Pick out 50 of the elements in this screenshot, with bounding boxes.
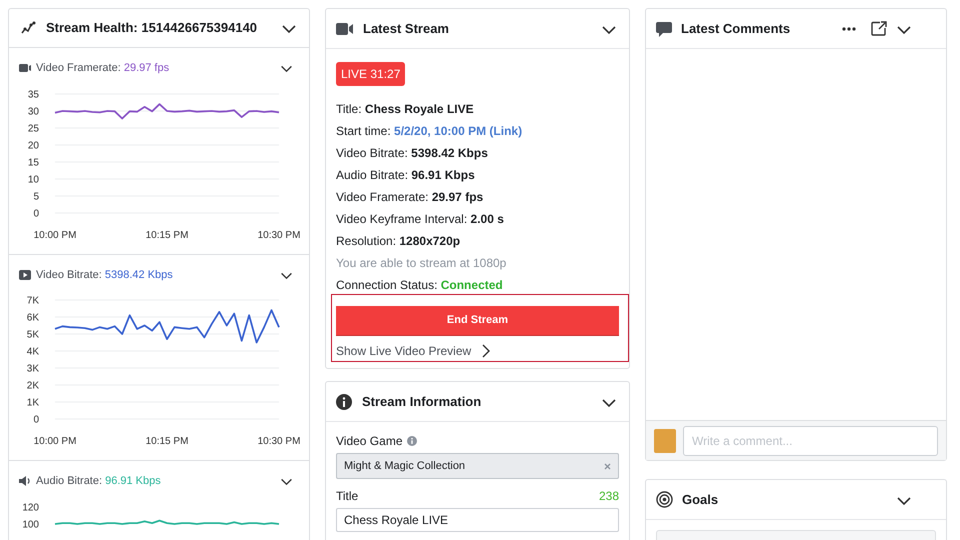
y-tick-label: 25 bbox=[28, 123, 39, 134]
detail-line: Start time: 5/2/20, 10:00 PM (Link) bbox=[336, 123, 524, 140]
x-tick-label: 10:30 PM bbox=[258, 230, 300, 240]
y-tick-label: 20 bbox=[28, 140, 39, 151]
comment-field[interactable]: Write a comment... bbox=[683, 426, 938, 456]
panel-title: Stream Health: 1514426675394140 bbox=[46, 19, 258, 38]
y-tick-label: 100 bbox=[22, 519, 39, 530]
x-tick-label: 10:30 PM bbox=[258, 436, 300, 447]
y-tick-label: 30 bbox=[28, 106, 39, 117]
x-tick-label: 10:00 PM bbox=[34, 436, 76, 447]
detail-line: Resolution: 1280x720p bbox=[336, 233, 462, 250]
detail-line: Connection Status: Connected bbox=[336, 277, 504, 294]
detail-line: Video Bitrate: 5398.42 Kbps bbox=[336, 145, 489, 162]
end-stream-button[interactable]: End Stream bbox=[336, 306, 619, 336]
game-select-field[interactable]: Might & Magic Collection bbox=[336, 453, 619, 479]
y-tick-label: 2K bbox=[26, 380, 39, 392]
detail-line: Video Keyframe Interval: 2.00 s bbox=[336, 211, 505, 228]
y-tick-label: 120 bbox=[22, 502, 39, 513]
field-label: Title bbox=[336, 488, 358, 505]
panel-title: Stream Information bbox=[362, 392, 482, 411]
y-tick-label: 7K bbox=[26, 296, 39, 306]
y-tick-label: 15 bbox=[28, 157, 39, 168]
y-tick-label: 4K bbox=[26, 346, 39, 358]
x-tick-label: 10:15 PM bbox=[146, 230, 188, 240]
y-tick-label: 5K bbox=[26, 330, 39, 340]
x-tick-label: 10:00 PM bbox=[34, 230, 76, 240]
y-tick-label: 0 bbox=[33, 414, 39, 426]
x-tick-label: 10:15 PM bbox=[146, 436, 188, 447]
detail-line: You are able to stream at 1080p bbox=[336, 255, 508, 272]
panel-title: Latest Stream bbox=[363, 20, 450, 38]
metric-label: Audio Bitrate: 96.91 Kbps bbox=[36, 474, 162, 489]
preview-link[interactable]: Show Live Video Preview bbox=[336, 344, 619, 358]
detail-line: Video Framerate: 29.97 fps bbox=[336, 189, 484, 206]
field-label: Video Game bbox=[336, 433, 402, 450]
live-badge: LIVE 31:27 bbox=[336, 62, 406, 86]
y-tick-label: 35 bbox=[28, 89, 39, 100]
y-tick-label: 1K bbox=[26, 398, 39, 408]
title-input[interactable]: Chess Royale LIVE bbox=[336, 508, 619, 532]
character-counter: 238 bbox=[598, 488, 619, 505]
panel-title: Latest Comments bbox=[681, 20, 792, 38]
detail-line: Title: Chess Royale LIVE bbox=[336, 101, 475, 118]
y-tick-label: 6K bbox=[26, 312, 39, 324]
y-tick-label: 0 bbox=[33, 208, 39, 219]
metric-label: Video Bitrate: 5398.42 Kbps bbox=[36, 268, 174, 282]
y-tick-label: 5 bbox=[33, 191, 39, 202]
metric-label: Video Framerate: 29.97 fps bbox=[36, 61, 170, 76]
y-tick-label: 3K bbox=[26, 364, 39, 374]
panel-title: Goals bbox=[682, 490, 720, 509]
y-tick-label: 10 bbox=[28, 174, 39, 185]
detail-line: Audio Bitrate: 96.91 Kbps bbox=[336, 167, 476, 184]
